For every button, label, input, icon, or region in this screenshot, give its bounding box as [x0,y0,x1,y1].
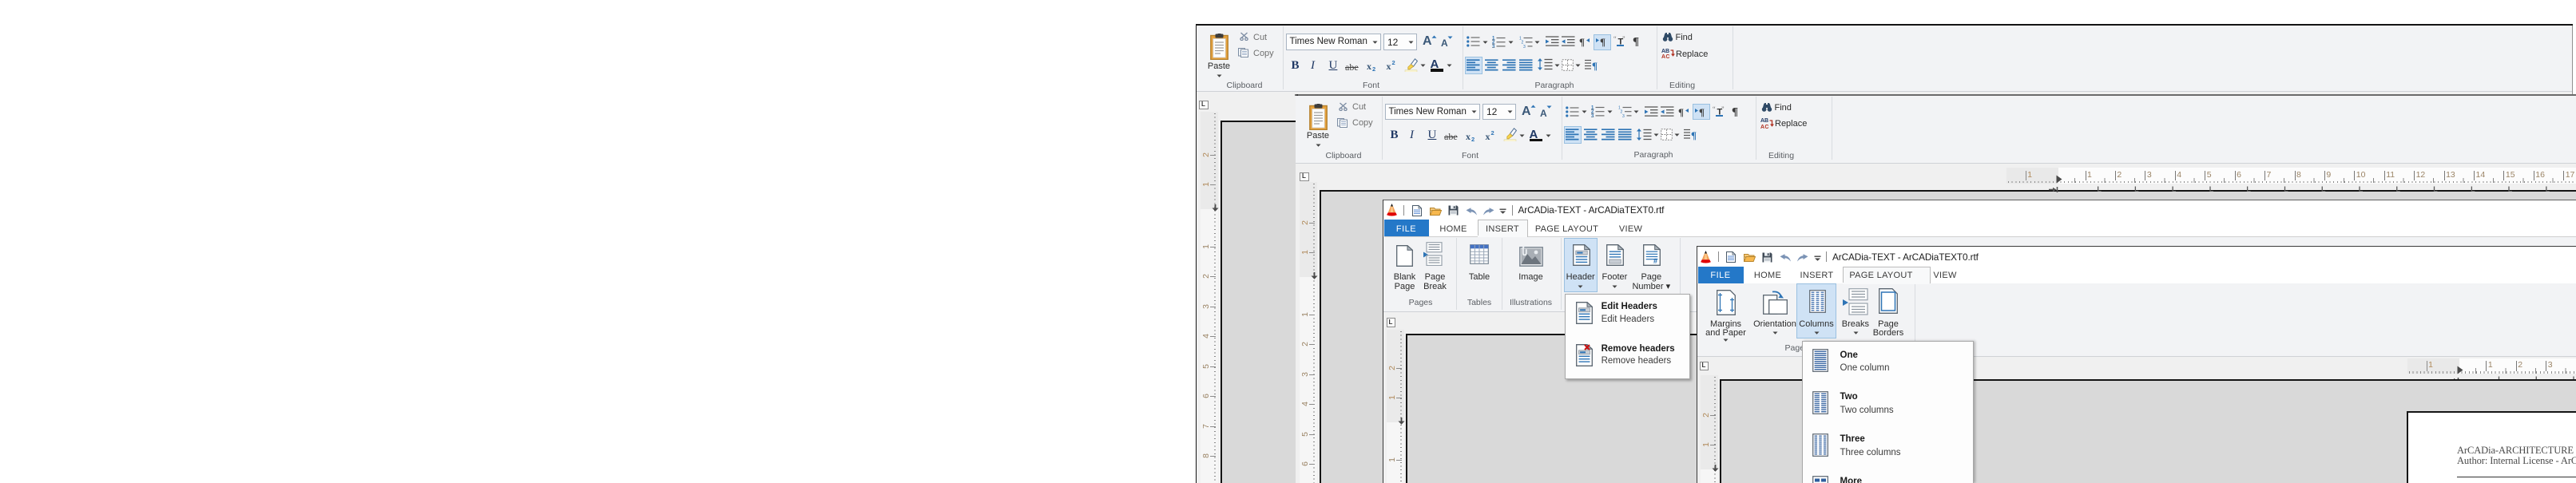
svg-text:¶: ¶ [1678,106,1684,117]
svg-text:3: 3 [1523,44,1526,47]
svg-text:“: “ [1613,36,1617,42]
svg-text:¶: ¶ [1699,106,1705,117]
svg-text:3: 3 [1492,44,1495,47]
svg-text:T: T [1617,38,1623,47]
svg-text:3: 3 [1622,114,1625,117]
svg-text:T: T [1717,107,1722,117]
svg-text:¶: ¶ [1600,36,1606,47]
svg-text:¶: ¶ [1732,105,1738,117]
svg-text:¶: ¶ [1592,60,1598,71]
svg-text:¶: ¶ [1579,36,1585,47]
svg-text:“: “ [1713,106,1716,113]
svg-text:¶: ¶ [1691,129,1697,141]
svg-text:¶: ¶ [1633,36,1639,47]
svg-text:3: 3 [1591,114,1594,117]
svg-text:#: # [1653,257,1657,265]
